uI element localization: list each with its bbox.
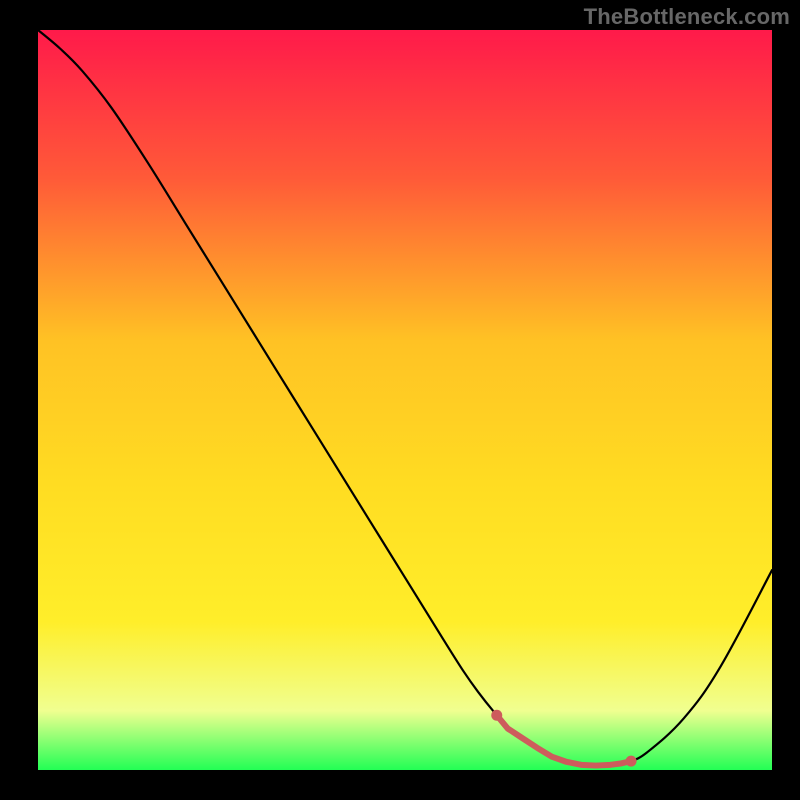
watermark-text: TheBottleneck.com bbox=[584, 4, 790, 30]
marker-dot bbox=[626, 756, 637, 767]
gradient-area bbox=[38, 30, 772, 770]
marker-dot bbox=[491, 710, 502, 721]
bottleneck-chart: TheBottleneck.com bbox=[0, 0, 800, 800]
chart-svg bbox=[0, 0, 800, 800]
